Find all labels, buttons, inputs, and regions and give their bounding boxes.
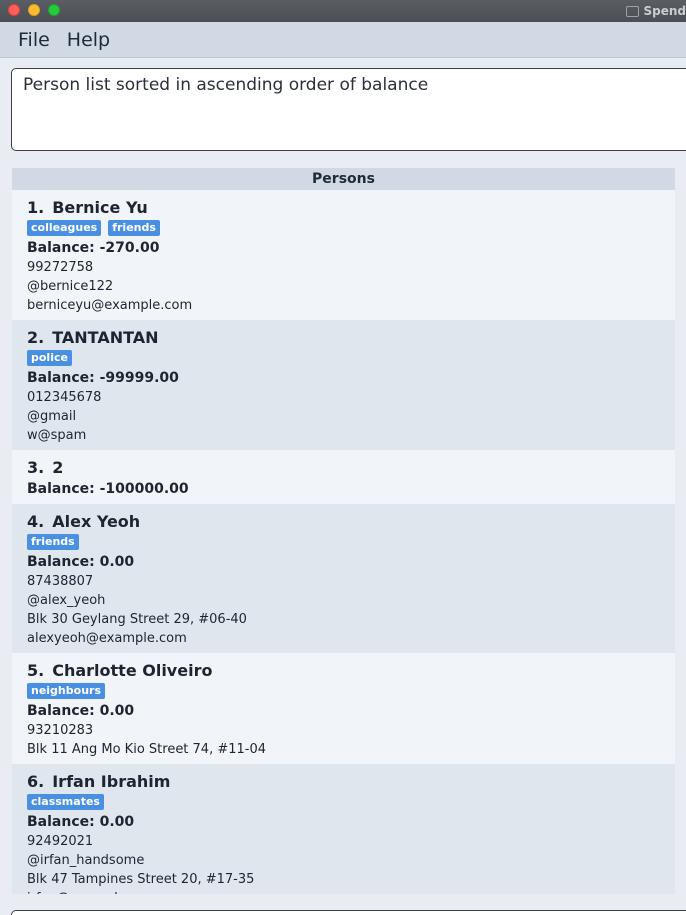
person-detail: Blk 11 Ang Mo Kio Street 74, #11-04 [27,742,267,757]
person-tags: friends [27,534,660,551]
tag-badge: colleagues [27,220,102,236]
person-detail: Blk 30 Geylang Street 29, #06-40 [27,612,247,627]
person-name: Alex Yeoh [52,512,141,531]
person-detail: irfan@example.com [27,889,660,894]
person-name: Charlotte Oliveiro [52,661,213,680]
person-balance: Balance: 0.00 [27,814,135,830]
window-title: Spend [625,3,686,19]
person-name-row: 6. Irfan Ibrahim [27,772,660,792]
tag-badge: friends [108,220,160,236]
person-balance: Balance: -99999.00 [27,370,179,386]
person-index: 4. [27,512,45,531]
person-card[interactable]: 1. Bernice Yu colleagues friends Balance: -2… [12,190,675,320]
close-window-button[interactable] [8,4,20,16]
person-card[interactable]: 5. Charlotte Oliveiro neighbours Balance: 0… [12,653,675,764]
person-list[interactable]: 1. Bernice Yu colleagues friends Balance: -2… [12,190,675,894]
person-tags: police [27,350,660,367]
person-detail: @irfan_handsome [27,853,145,868]
person-balance: Balance: -100000.00 [27,481,189,497]
person-detail: 92492021 [27,834,94,849]
person-name-row: 3. 2 [27,458,660,478]
person-tags: classmates [27,794,660,811]
person-index: 1. [27,198,45,217]
person-detail: 87438807 [27,574,94,589]
window-title-text: Spend [643,4,686,18]
person-name: Bernice Yu [52,198,148,217]
person-name: 2 [52,458,64,477]
maximize-window-button[interactable] [48,4,60,16]
person-tags: neighbours [27,683,660,700]
result-display[interactable]: Person list sorted in ascending order of… [11,68,686,151]
person-detail: @gmail [27,409,77,424]
person-balance: Balance: 0.00 [27,554,135,570]
person-name: Irfan Ibrahim [52,772,171,791]
menu-file[interactable]: File [18,29,50,51]
result-message: Person list sorted in ascending order of… [23,75,429,95]
tag-badge: classmates [27,794,104,810]
person-balance: Balance: 0.00 [27,703,135,719]
person-detail: w@spam [27,428,87,443]
person-name-row: 1. Bernice Yu [27,198,660,218]
person-tags: colleagues friends [27,220,660,237]
person-detail: 99272758 [27,260,94,275]
tag-badge: neighbours [27,683,106,699]
menu-help[interactable]: Help [67,29,110,51]
person-detail: 93210283 [27,723,94,738]
menu-bar: File Help [0,22,686,58]
person-card[interactable]: 6. Irfan Ibrahim classmates Balance: 0.00 92… [12,764,675,894]
person-name: TANTANTAN [52,328,159,347]
person-index: 2. [27,328,45,347]
person-name-row: 5. Charlotte Oliveiro [27,661,660,681]
minimize-window-button[interactable] [28,4,40,16]
person-name-row: 4. Alex Yeoh [27,512,660,532]
app-icon [625,5,640,17]
person-index: 6. [27,772,45,791]
person-card[interactable]: 3. 2 Balance: -100000.00 [12,450,675,504]
person-card[interactable]: 2. TANTANTAN police Balance: -99999.00 01234… [12,320,675,450]
tag-badge: police [27,350,72,366]
command-input[interactable] [11,910,686,915]
tag-badge: friends [27,534,79,550]
person-detail: 012345678 [27,390,102,405]
persons-panel-header: Persons [12,168,675,190]
person-balance: Balance: -270.00 [27,240,160,256]
person-index: 5. [27,661,45,680]
person-index: 3. [27,458,45,477]
person-detail: berniceyu@example.com [27,298,193,313]
person-detail: Blk 47 Tampines Street 20, #17-35 [27,872,255,887]
title-bar: Spend [0,0,686,22]
person-detail: @bernice122 [27,279,114,294]
person-name-row: 2. TANTANTAN [27,328,660,348]
person-card[interactable]: 4. Alex Yeoh friends Balance: 0.00 87438807 @… [12,504,675,653]
person-detail: alexyeoh@example.com [27,631,187,646]
person-detail: @alex_yeoh [27,593,106,608]
